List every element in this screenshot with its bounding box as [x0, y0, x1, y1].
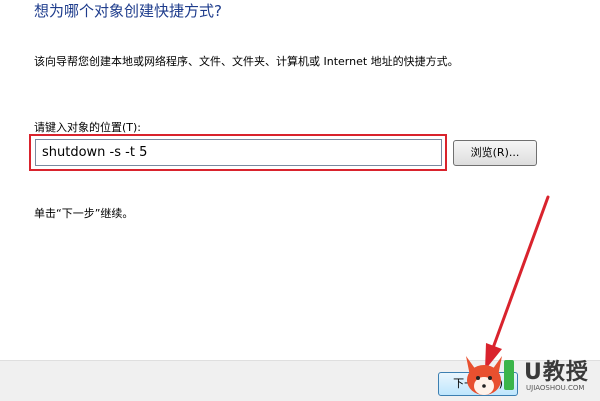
watermark-text: U教授 — [524, 360, 589, 385]
watermark: U教授 UJIAOSHOU.COM — [460, 346, 600, 400]
browse-button[interactable]: 浏览(R)... — [453, 140, 537, 166]
location-input[interactable] — [35, 139, 442, 166]
instruction-text: 单击“下一步”继续。 — [34, 207, 134, 220]
watermark-subtext: UJIAOSHOU.COM — [526, 384, 585, 392]
fox-logo-icon — [466, 356, 514, 395]
page-title: 想为哪个对象创建快捷方式? — [34, 2, 222, 20]
location-label: 请键入对象的位置(T): — [34, 121, 142, 134]
wizard-description: 该向导帮您创建本地或网络程序、文件、文件夹、计算机或 Internet 地址的快… — [34, 55, 459, 68]
